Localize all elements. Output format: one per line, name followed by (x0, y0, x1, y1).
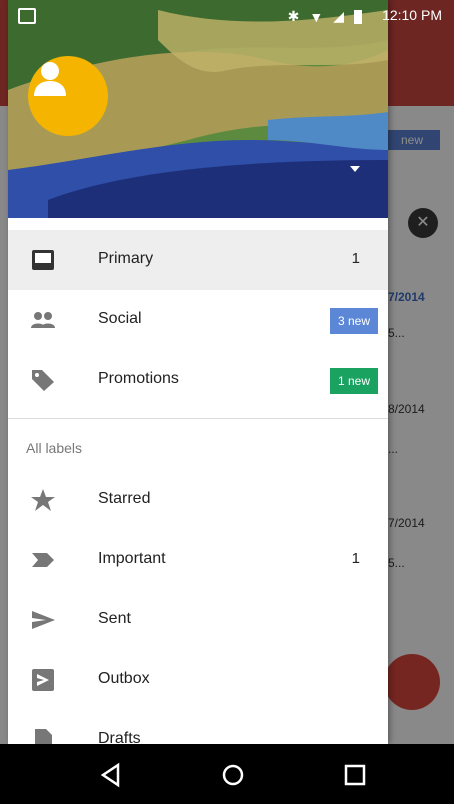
account-dropdown-icon[interactable] (350, 166, 360, 172)
divider (8, 418, 388, 419)
drawer-item-primary[interactable]: Primary 1 (8, 230, 388, 290)
account-avatar[interactable] (28, 56, 108, 136)
drawer-item-outbox[interactable]: Outbox (8, 650, 388, 710)
account-header[interactable] (8, 0, 388, 218)
send-icon (32, 611, 55, 629)
signal-icon: ◢ (333, 8, 344, 24)
person-icon (34, 62, 66, 96)
drawer-item-label: Primary (98, 250, 154, 267)
important-icon (32, 553, 54, 567)
recents-icon[interactable] (342, 762, 368, 788)
drawer-item-label: Outbox (98, 670, 150, 687)
inbox-icon (32, 250, 54, 270)
drawer-item-important[interactable]: Important 1 (8, 530, 388, 590)
star-icon (31, 489, 55, 511)
new-badge: 3 new (329, 308, 378, 334)
notification-icon (18, 8, 36, 24)
status-bar: ✱ ▼ ◢ 12:10 PM (0, 0, 454, 30)
drawer-item-label: Social (98, 310, 142, 327)
status-time: 12:10 PM (382, 7, 442, 23)
drawer-item-label: Drafts (98, 730, 141, 744)
wifi-icon: ▼ (309, 8, 324, 25)
system-nav-bar (0, 744, 454, 804)
drawer-item-starred[interactable]: Starred (8, 470, 388, 530)
back-icon[interactable] (98, 762, 124, 788)
drawer-item-label: Important (98, 550, 166, 567)
new-badge: 1 new (329, 368, 378, 394)
outbox-icon (32, 669, 54, 691)
navigation-drawer: Primary 1 Social 3 new Promotions 1 new … (8, 0, 388, 744)
drawer-item-label: Sent (98, 610, 131, 627)
drawer-item-sent[interactable]: Sent (8, 590, 388, 650)
section-title: All labels (26, 440, 83, 456)
people-icon (31, 312, 55, 328)
drawer-item-drafts[interactable]: Drafts (8, 710, 388, 744)
home-icon[interactable] (220, 762, 246, 788)
drawer-item-label: Promotions (98, 370, 179, 387)
drafts-icon (35, 729, 52, 744)
drawer-item-label: Starred (98, 490, 151, 507)
unread-count: 1 (351, 550, 360, 567)
battery-icon (354, 9, 362, 24)
drawer-item-promotions[interactable]: Promotions 1 new (8, 350, 388, 410)
tag-icon (32, 370, 54, 391)
drawer-item-social[interactable]: Social 3 new (8, 290, 388, 350)
bluetooth-icon: ✱ (287, 8, 300, 24)
unread-count: 1 (351, 250, 360, 267)
